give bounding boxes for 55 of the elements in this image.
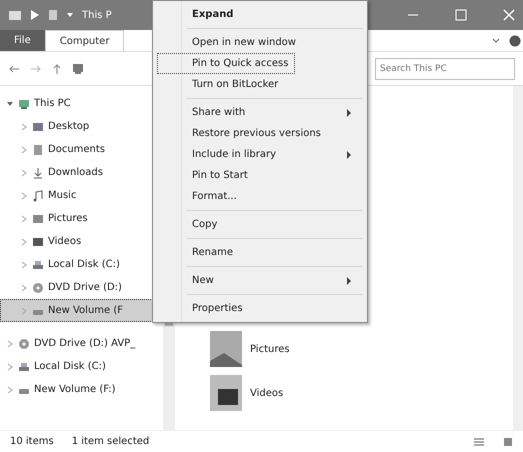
expanded-icon[interactable]	[6, 100, 14, 108]
forward-icon[interactable]	[30, 64, 42, 74]
window-title: This P	[82, 8, 112, 22]
ribbon-tab[interactable]: Computer	[44, 30, 124, 51]
menu-item[interactable]: Turn on BitLocker	[157, 74, 363, 95]
expand-icon[interactable]	[20, 306, 28, 314]
document-icon[interactable]	[48, 9, 58, 21]
expand-icon[interactable]	[20, 284, 28, 292]
drive-icon	[18, 360, 30, 372]
back-icon[interactable]	[8, 64, 20, 74]
status-text: 10 items	[10, 435, 54, 449]
folder-label: Pictures	[250, 342, 290, 356]
computer-icon	[72, 62, 84, 74]
desktop-icon	[32, 120, 44, 132]
tiles-view-icon[interactable]	[503, 436, 513, 446]
music-icon	[32, 190, 44, 202]
expand-icon[interactable]	[20, 214, 28, 222]
close-icon[interactable]	[503, 9, 515, 21]
search-field[interactable]: Search This PC	[375, 58, 515, 80]
submenu-arrow-icon	[346, 108, 352, 116]
chevron-icon[interactable]	[491, 36, 501, 46]
up-icon[interactable]	[52, 62, 62, 74]
help-icon[interactable]	[509, 34, 521, 46]
expand-icon[interactable]	[20, 146, 28, 154]
submenu-arrow-icon	[346, 276, 352, 284]
expand-icon[interactable]	[20, 260, 28, 268]
expand-icon[interactable]	[6, 340, 14, 348]
disc-icon	[32, 282, 44, 294]
expand-icon[interactable]	[20, 168, 28, 176]
expand-icon[interactable]	[6, 362, 14, 370]
submenu-arrow-icon	[346, 150, 352, 158]
menu-item[interactable]: Expand	[157, 4, 363, 25]
status-text: 1 item selected	[72, 435, 150, 449]
menu-item[interactable]: Pin to Quick access	[157, 53, 295, 74]
expand-icon[interactable]	[20, 192, 28, 200]
video-icon	[32, 236, 44, 248]
disc-icon	[18, 338, 30, 350]
caret-icon[interactable]	[66, 11, 74, 19]
expand-icon[interactable]	[20, 238, 28, 246]
menu-item[interactable]: Open in new window	[157, 32, 363, 53]
folder-label: Videos	[250, 386, 284, 400]
document-icon	[32, 144, 44, 156]
tree-item[interactable]: DVD Drive (D:) AVP_	[0, 332, 163, 355]
details-view-icon[interactable]	[473, 436, 485, 446]
picture-icon	[32, 212, 44, 224]
download-icon	[32, 166, 44, 178]
expand-icon[interactable]	[20, 122, 28, 130]
maximize-icon[interactable]	[455, 9, 467, 21]
play-icon[interactable]	[30, 9, 40, 21]
drive-icon	[32, 258, 44, 270]
ribbon-tab[interactable]: File	[0, 30, 45, 51]
expand-icon[interactable]	[6, 386, 14, 394]
computer-icon	[18, 98, 30, 110]
tree-item[interactable]: Local Disk (C:)	[0, 355, 163, 378]
tree-item[interactable]: New Volume (F:)	[0, 378, 163, 401]
